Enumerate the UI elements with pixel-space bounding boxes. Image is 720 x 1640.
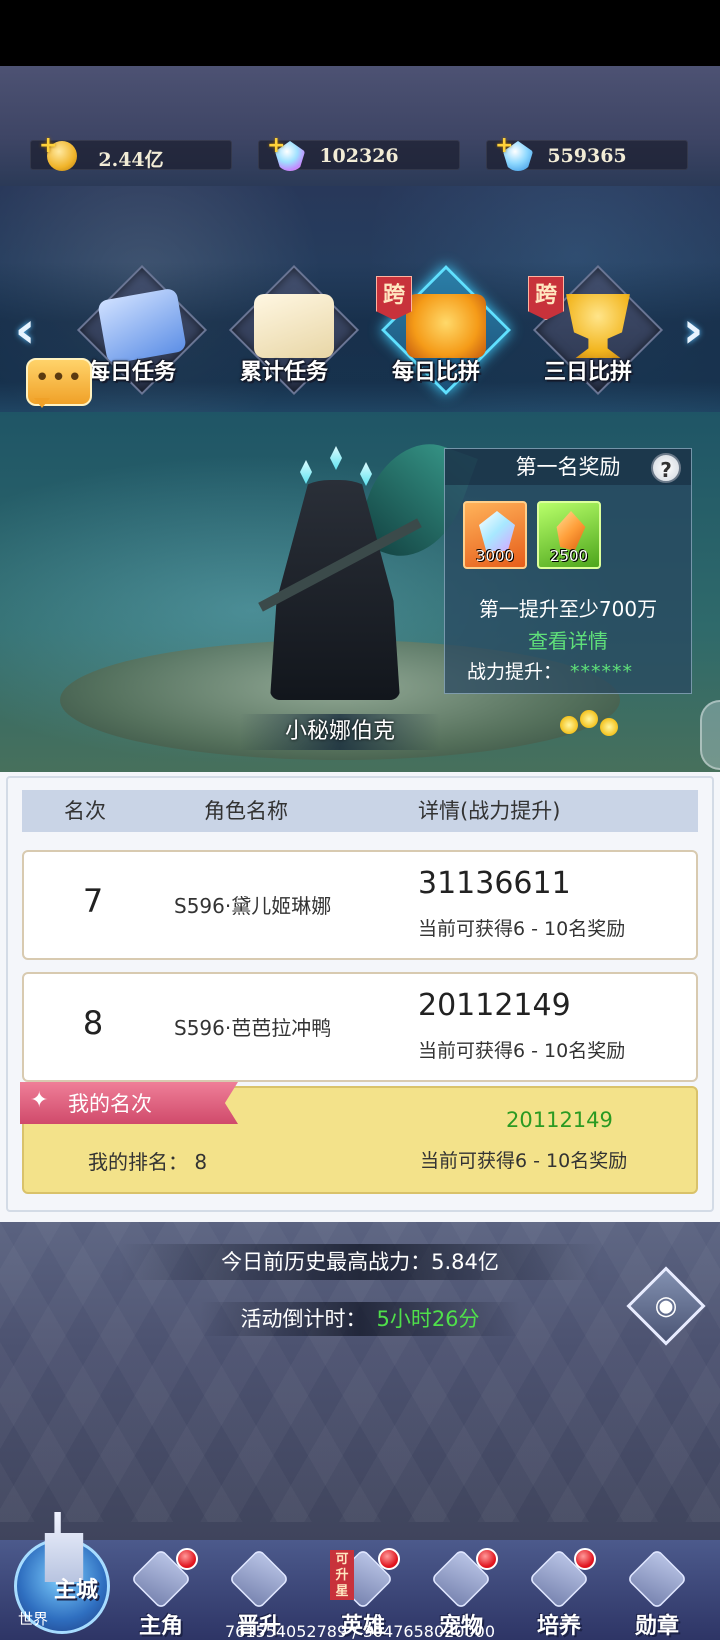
hero-portrait[interactable] bbox=[230, 428, 478, 710]
my-power-value: 20112149 bbox=[506, 1108, 613, 1132]
item-count: 3000 bbox=[475, 547, 515, 565]
task-scroll-icon bbox=[97, 287, 187, 365]
ice-crystal bbox=[300, 460, 312, 484]
row-power: 20112149 bbox=[418, 988, 571, 1023]
first-place-reward-panel: 第一名奖励 ? 3000 2500 第一提升至少700万 查看详情 战力提升： *… bbox=[444, 448, 692, 694]
tab-label: 三日比拼 bbox=[543, 360, 632, 385]
help-icon[interactable]: ? bbox=[651, 453, 681, 483]
my-rank-ribbon: ✦ 我的名次 bbox=[20, 1082, 238, 1124]
countdown-value: 5小时26分 bbox=[376, 1307, 480, 1331]
my-reward-text: 当前可获得6 - 10名奖励 bbox=[420, 1150, 628, 1172]
debug-id-text: 761554052789 / 3047658020000 bbox=[224, 1622, 496, 1640]
row-name: S596·黛儿姬琳娜 bbox=[174, 894, 332, 918]
gold-amount: 2.44亿 bbox=[98, 149, 164, 171]
game-screen: + 2.44亿 + 102326 + 559365 ‹ › 每日任务 累计任务 … bbox=[0, 0, 720, 1640]
row-power: 31136611 bbox=[418, 866, 571, 901]
table-row[interactable]: 7 S596·黛儿姬琳娜 31136611 当前可获得6 - 10名奖励 bbox=[22, 850, 698, 960]
notification-dot bbox=[378, 1548, 400, 1570]
header-details: 详情(战力提升) bbox=[418, 799, 561, 823]
medal-badge-icon bbox=[626, 1548, 688, 1610]
tabs-next-arrow-icon[interactable]: › bbox=[670, 300, 716, 360]
reward-item-crystal[interactable]: 2500 bbox=[537, 501, 601, 569]
diamond-amount: 559365 bbox=[547, 145, 627, 167]
notification-dot bbox=[574, 1548, 596, 1570]
hero-name-label: 小秘娜伯克 bbox=[240, 714, 440, 750]
ice-crystal bbox=[330, 446, 342, 470]
checklist-icon bbox=[254, 294, 334, 358]
chat-bubble-icon[interactable]: ••• bbox=[26, 358, 92, 408]
rainbow-gem-resource[interactable]: + 102326 bbox=[258, 133, 460, 171]
boost-label: 战力提升： bbox=[467, 661, 563, 683]
notification-dot bbox=[176, 1548, 198, 1570]
gold-resource[interactable]: + 2.44亿 bbox=[30, 133, 232, 171]
diamond-resource[interactable]: + 559365 bbox=[486, 133, 688, 171]
upgrade-star-tag: 可升星 bbox=[330, 1550, 354, 1600]
status-bar-area bbox=[0, 0, 720, 66]
medal-icon bbox=[406, 294, 486, 358]
view-details-link[interactable]: 查看详情 bbox=[445, 625, 691, 654]
history-max-power: 今日前历史最高战力：5.84亿 bbox=[120, 1244, 600, 1280]
reward-requirement: 第一提升至少700万 bbox=[478, 597, 658, 621]
flowers-decoration bbox=[560, 710, 630, 740]
activity-countdown: 活动倒计时： 5小时26分 bbox=[200, 1302, 520, 1336]
eye-icon: ◉ bbox=[654, 1291, 678, 1321]
main-city-label: 主城 bbox=[54, 1577, 99, 1603]
row-rank: 7 bbox=[82, 882, 104, 920]
my-rank-card: ✦ 我的名次 我的排名： 8 20112149 当前可获得6 - 10名奖励 bbox=[20, 1082, 698, 1194]
countdown-label: 活动倒计时： bbox=[240, 1307, 367, 1331]
sparkle-icon: ✦ bbox=[30, 1088, 49, 1113]
header-role-name: 角色名称 bbox=[204, 799, 288, 823]
crystal-shard-icon bbox=[556, 511, 586, 551]
tab-three-day-contest[interactable]: 跨 三日比拼 bbox=[518, 264, 664, 402]
power-boost-line: 战力提升： ****** bbox=[467, 657, 633, 684]
promotion-icon bbox=[228, 1548, 290, 1610]
cross-server-badge: 跨 bbox=[376, 276, 412, 320]
cross-server-badge: 跨 bbox=[528, 276, 564, 320]
diamond-item-icon bbox=[479, 511, 515, 551]
table-row[interactable]: 8 S596·芭芭拉冲鸭 20112149 当前可获得6 - 10名奖励 bbox=[22, 972, 698, 1082]
row-reward: 当前可获得6 - 10名奖励 bbox=[418, 918, 626, 940]
boost-value: ****** bbox=[570, 661, 634, 683]
row-rank: 8 bbox=[82, 1004, 104, 1042]
header-rank: 名次 bbox=[64, 799, 106, 823]
tab-cumulative-tasks[interactable]: 累计任务 bbox=[214, 264, 360, 402]
main-city-button[interactable]: 主城 世界 bbox=[4, 1506, 114, 1640]
tabs-prev-arrow-icon[interactable]: ‹ bbox=[2, 300, 48, 360]
row-reward: 当前可获得6 - 10名奖励 bbox=[418, 1040, 626, 1062]
tab-label: 累计任务 bbox=[239, 360, 328, 385]
ribbon-label: 我的名次 bbox=[68, 1092, 152, 1116]
row-name: S596·芭芭拉冲鸭 bbox=[174, 1016, 332, 1040]
item-count: 2500 bbox=[549, 547, 589, 565]
tab-label: 每日比拼 bbox=[391, 360, 480, 385]
rainbow-gem-amount: 102326 bbox=[319, 145, 399, 167]
chat-dots: ••• bbox=[34, 363, 84, 393]
my-rank-value: 我的排名： 8 bbox=[88, 1150, 208, 1174]
tab-daily-contest[interactable]: 跨 每日比拼 bbox=[366, 264, 512, 402]
notification-dot bbox=[476, 1548, 498, 1570]
side-expand-button[interactable] bbox=[700, 700, 720, 770]
reward-item-diamond[interactable]: 3000 bbox=[463, 501, 527, 569]
ice-crystal bbox=[360, 462, 372, 486]
ranking-table-header: 名次 角色名称 详情(战力提升) bbox=[22, 790, 698, 832]
